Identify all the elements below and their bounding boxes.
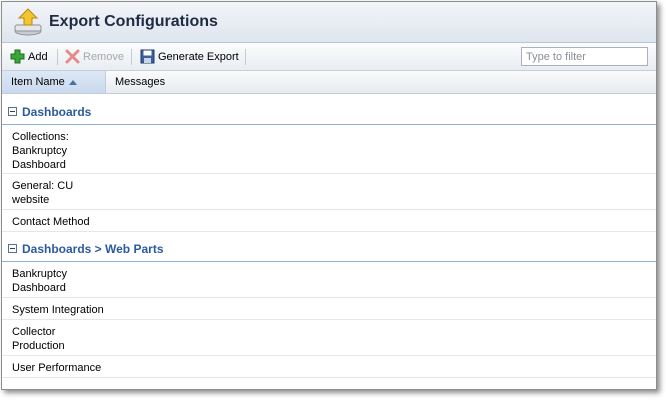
- group-header-dashboards-web-parts[interactable]: Dashboards > Web Parts: [2, 231, 656, 262]
- remove-button[interactable]: Remove: [65, 43, 124, 70]
- item-name-cell: Bankruptcy Dashboard: [12, 268, 68, 294]
- page-title: Export Configurations: [49, 13, 218, 30]
- x-icon: [65, 49, 80, 64]
- add-button-label: Add: [28, 50, 48, 63]
- export-upload-icon: [13, 7, 43, 37]
- toolbar-separator: [57, 49, 58, 65]
- table-row[interactable]: System Integration: [2, 298, 656, 320]
- group-label: Dashboards > Web Parts: [22, 242, 164, 256]
- minus-box-icon[interactable]: [8, 107, 17, 116]
- item-name-cell: Contact Method: [12, 216, 90, 228]
- group-header-dashboards[interactable]: Dashboards: [2, 94, 656, 125]
- export-configurations-panel: Export Configurations Add Remove Generat…: [1, 1, 657, 390]
- table-row[interactable]: User Performance: [2, 356, 656, 378]
- column-header-item-name[interactable]: Item Name: [2, 71, 105, 93]
- table-row[interactable]: Bankruptcy Dashboard: [2, 262, 656, 298]
- table-row[interactable]: Contact Method: [2, 210, 656, 232]
- remove-button-label: Remove: [83, 50, 124, 63]
- filter-input[interactable]: [521, 47, 648, 66]
- column-header-item-name-label: Item Name: [11, 76, 65, 88]
- minus-box-icon[interactable]: [8, 244, 17, 253]
- generate-export-label: Generate Export: [158, 50, 239, 63]
- column-header-row: Item Name Messages: [2, 71, 656, 94]
- generate-export-button[interactable]: Generate Export: [140, 43, 239, 70]
- table-row[interactable]: Collector Production: [2, 320, 656, 356]
- item-name-cell: System Integration: [12, 304, 104, 316]
- window-header: Export Configurations: [2, 2, 656, 43]
- item-name-cell: Collector Production: [12, 326, 65, 352]
- toolbar-separator: [245, 49, 246, 65]
- column-header-messages-label: Messages: [115, 76, 166, 88]
- add-button[interactable]: Add: [10, 43, 48, 70]
- column-header-messages[interactable]: Messages: [106, 71, 656, 93]
- sort-ascending-icon: [68, 79, 77, 85]
- toolbar-separator: [131, 49, 132, 65]
- item-name-cell: General: CU website: [12, 180, 74, 206]
- item-name-cell: Collections: Bankruptcy Dashboard: [12, 131, 69, 171]
- grid-body: Dashboards Collections: Bankruptcy Dashb…: [2, 94, 656, 389]
- item-name-cell: User Performance: [12, 362, 102, 374]
- group-label: Dashboards: [22, 105, 92, 119]
- table-row[interactable]: Collections: Bankruptcy Dashboard: [2, 125, 656, 174]
- table-row[interactable]: General: CU website: [2, 174, 656, 210]
- floppy-disk-icon: [140, 49, 155, 64]
- toolbar: Add Remove Generate Export: [2, 43, 656, 71]
- plus-icon: [10, 49, 25, 64]
